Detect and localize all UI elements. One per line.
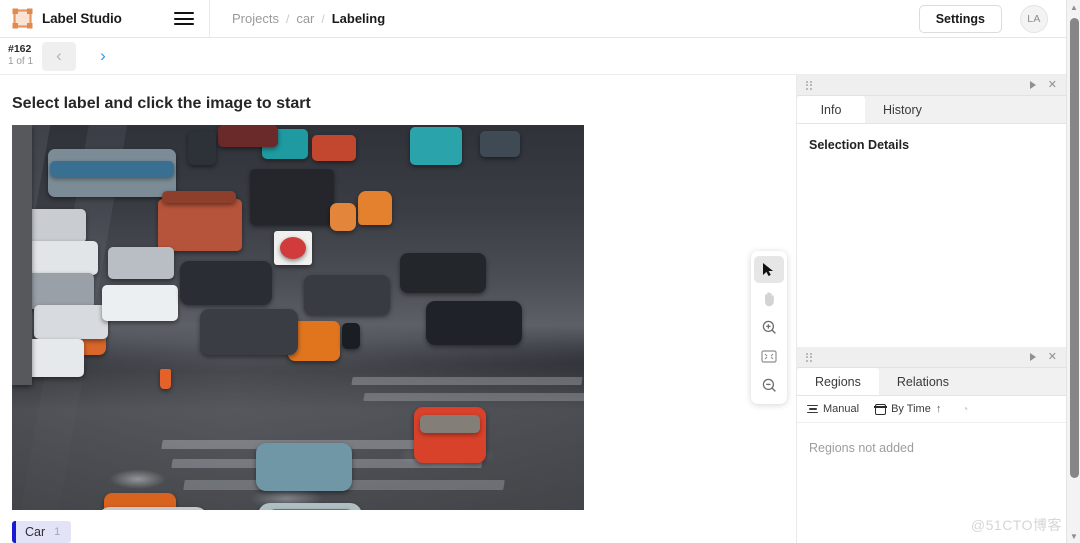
task-navigation-bar: #162 1 of 1 ‹ › <box>0 38 1066 75</box>
image-canvas[interactable] <box>12 125 584 510</box>
right-panels: ✕ Info History Selection Details ✕ Regio… <box>796 75 1066 543</box>
breadcrumb-separator: / <box>321 11 325 26</box>
cursor-arrow-icon[interactable] <box>754 256 784 283</box>
drag-handle-icon[interactable] <box>806 80 813 90</box>
breadcrumb-separator: / <box>285 11 290 26</box>
labeling-main-area: Select label and click the image to star… <box>0 75 796 543</box>
tab-history[interactable]: History <box>865 96 940 123</box>
magnifier-minus-icon[interactable] <box>754 372 784 399</box>
regions-panel-tabs: Regions Relations <box>797 368 1066 396</box>
hamburger-bars <box>173 9 194 29</box>
collapse-panel-icon[interactable]: ✕ <box>1048 351 1057 363</box>
chevron-right-icon[interactable]: › <box>86 42 120 71</box>
ordering-bytime-label: By Time <box>891 403 931 415</box>
order-lines-icon <box>807 403 818 416</box>
drag-handle-icon[interactable] <box>806 352 813 362</box>
hamburger-menu-icon[interactable] <box>158 0 210 38</box>
chevron-left-icon[interactable]: ‹ <box>42 41 76 71</box>
sort-ascending-icon[interactable]: ↑ <box>936 403 942 415</box>
breadcrumb-item-labeling[interactable]: Labeling <box>332 11 385 26</box>
avatar[interactable]: LA <box>1020 4 1048 33</box>
watermark: @51CTO博客 <box>970 517 1062 533</box>
brand-name: Label Studio <box>42 11 122 26</box>
scrollbar-thumb[interactable] <box>1070 18 1079 478</box>
tab-info[interactable]: Info <box>797 96 865 123</box>
task-id-block: #162 1 of 1 <box>0 43 40 69</box>
breadcrumb: Projects / car / Labeling <box>210 11 385 26</box>
task-count: 1 of 1 <box>8 56 34 68</box>
eye-icon[interactable]: ◔ <box>961 402 968 416</box>
regions-empty-message: Regions not added <box>809 441 914 455</box>
fit-screen-icon[interactable] <box>754 343 784 370</box>
ordering-manual-button[interactable]: Manual <box>807 403 859 416</box>
brand[interactable]: Label Studio <box>0 0 158 38</box>
image-tools-toolbar <box>751 251 787 404</box>
info-panel-header[interactable]: ✕ <box>797 75 1066 96</box>
magnifier-plus-icon[interactable] <box>754 314 784 341</box>
label-studio-frame-icon <box>12 8 33 29</box>
label-chip-hotkey: 1 <box>54 526 61 538</box>
ordering-manual-label: Manual <box>823 403 860 415</box>
hand-icon[interactable] <box>754 285 784 312</box>
collapse-triangle-icon[interactable] <box>1029 353 1036 361</box>
info-panel-header-actions: ✕ <box>1029 79 1057 91</box>
page-title: Select label and click the image to star… <box>12 95 311 112</box>
collapse-panel-icon[interactable]: ✕ <box>1048 79 1057 91</box>
labels-bar: Car 1 <box>12 521 72 543</box>
regions-toolbar: Manual By Time ↑ ◔ <box>797 396 1066 423</box>
tab-relations[interactable]: Relations <box>878 368 967 395</box>
scroll-up-arrow-icon[interactable]: ▲ <box>1067 0 1080 14</box>
scroll-down-arrow-icon[interactable]: ▼ <box>1067 529 1080 543</box>
regions-panel-header-actions: ✕ <box>1029 351 1057 363</box>
ordering-bytime-button[interactable]: By Time ↑ <box>874 403 942 415</box>
top-bar-actions: Settings LA <box>918 4 1066 33</box>
regions-panel: ✕ Regions Relations Manual By Time ↑ ◔ R… <box>797 347 1066 473</box>
info-panel-tabs: Info History <box>797 96 1066 124</box>
breadcrumb-item-car[interactable]: car <box>296 11 314 26</box>
tab-regions[interactable]: Regions <box>797 368 879 395</box>
label-studio-app: Label Studio Projects / car / Labeling S… <box>0 0 1080 543</box>
label-chip-car[interactable]: Car 1 <box>12 521 72 543</box>
selection-details-title: Selection Details <box>809 138 910 152</box>
regions-panel-header[interactable]: ✕ <box>797 347 1066 368</box>
breadcrumb-item-projects[interactable]: Projects <box>232 11 279 26</box>
top-bar: Label Studio Projects / car / Labeling S… <box>0 0 1066 38</box>
label-chip-name: Car <box>25 525 46 539</box>
info-panel-body: Selection Details <box>797 124 1066 166</box>
collapse-triangle-icon[interactable] <box>1029 81 1036 89</box>
page-scrollbar[interactable]: ▲ ▼ <box>1066 0 1080 543</box>
info-panel: ✕ Info History Selection Details <box>797 75 1066 166</box>
task-id: #162 <box>8 43 32 56</box>
window-icon <box>874 403 887 415</box>
settings-button[interactable]: Settings <box>918 4 1002 33</box>
